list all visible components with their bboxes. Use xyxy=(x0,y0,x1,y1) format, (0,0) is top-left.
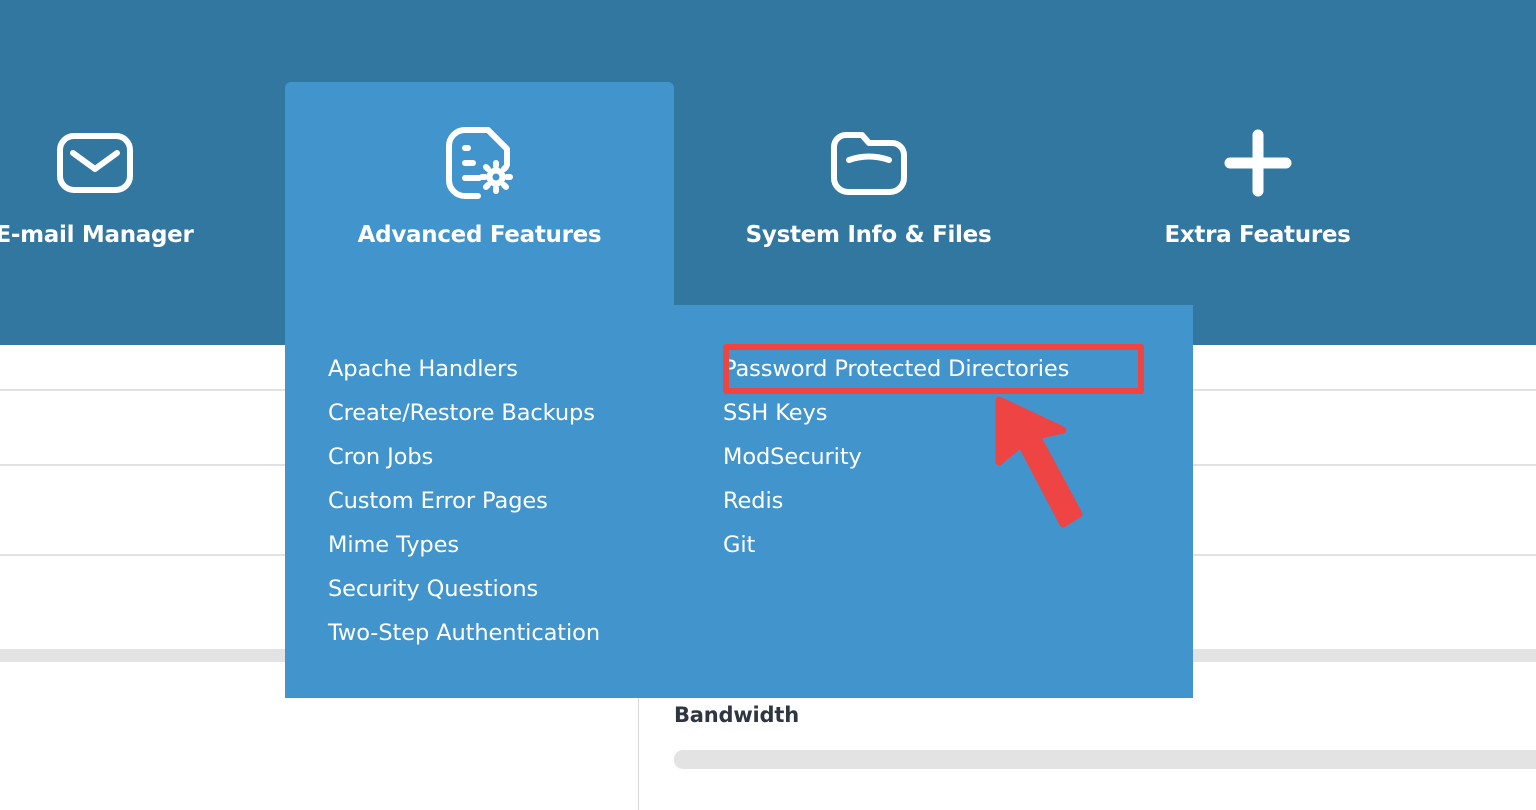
nav-label-system-info-files: System Info & Files xyxy=(745,222,992,248)
menu-item-security-questions[interactable]: Security Questions xyxy=(328,567,697,611)
bandwidth-section: Bandwidth xyxy=(674,703,1536,727)
nav-item-extra-features[interactable]: Extra Features xyxy=(1063,82,1452,305)
menu-item-mime-types[interactable]: Mime Types xyxy=(328,523,697,567)
menu-item-custom-error-pages[interactable]: Custom Error Pages xyxy=(328,479,697,523)
menu-item-apache-handlers[interactable]: Apache Handlers xyxy=(328,347,697,391)
primary-navigation-bar: E-mail Manager Advanced Features System … xyxy=(0,0,1536,345)
folder-icon xyxy=(829,120,909,206)
bandwidth-heading: Bandwidth xyxy=(674,703,799,727)
menu-item-create-restore-backups[interactable]: Create/Restore Backups xyxy=(328,391,697,435)
menu-item-ssh-keys[interactable]: SSH Keys xyxy=(723,391,1157,435)
app-window: Bandwidth E-mail Manager Advanced Featur… xyxy=(0,0,1536,810)
advanced-features-dropdown: Apache Handlers Create/Restore Backups C… xyxy=(285,305,1193,698)
menu-item-modsecurity[interactable]: ModSecurity xyxy=(723,435,1157,479)
dropdown-column-left: Apache Handlers Create/Restore Backups C… xyxy=(285,347,697,698)
document-gear-icon xyxy=(444,120,516,206)
bandwidth-progress-bar xyxy=(674,750,1536,769)
plus-icon xyxy=(1222,120,1294,206)
nav-label-extra-features: Extra Features xyxy=(1164,222,1351,248)
nav-item-system-info-files[interactable]: System Info & Files xyxy=(674,82,1063,305)
nav-item-email-manager[interactable]: E-mail Manager xyxy=(0,82,289,305)
nav-item-advanced-features[interactable]: Advanced Features xyxy=(285,82,674,305)
menu-item-cron-jobs[interactable]: Cron Jobs xyxy=(328,435,697,479)
envelope-icon xyxy=(56,120,134,206)
menu-item-two-step-authentication[interactable]: Two-Step Authentication xyxy=(328,611,697,655)
menu-item-redis[interactable]: Redis xyxy=(723,479,1157,523)
nav-label-email-manager: E-mail Manager xyxy=(0,222,194,248)
dropdown-column-right: Password Protected Directories SSH Keys … xyxy=(697,347,1157,698)
menu-item-password-protected-directories[interactable]: Password Protected Directories xyxy=(723,347,1157,391)
menu-item-git[interactable]: Git xyxy=(723,523,1157,567)
nav-label-advanced-features: Advanced Features xyxy=(357,222,602,248)
